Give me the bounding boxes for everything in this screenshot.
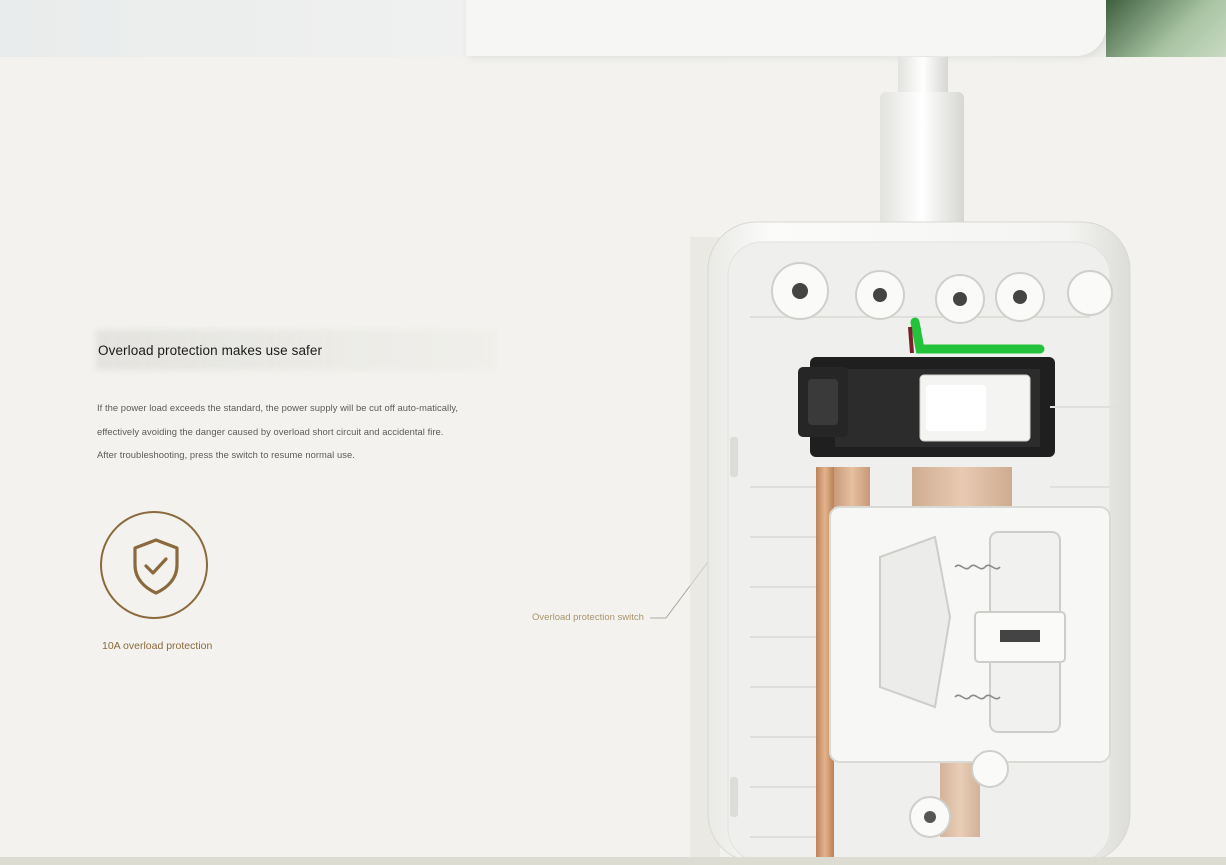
power-strip-illustration: [690, 57, 1131, 857]
callout-label: Overload protection switch: [532, 612, 644, 623]
bottom-strip: [0, 857, 1226, 865]
